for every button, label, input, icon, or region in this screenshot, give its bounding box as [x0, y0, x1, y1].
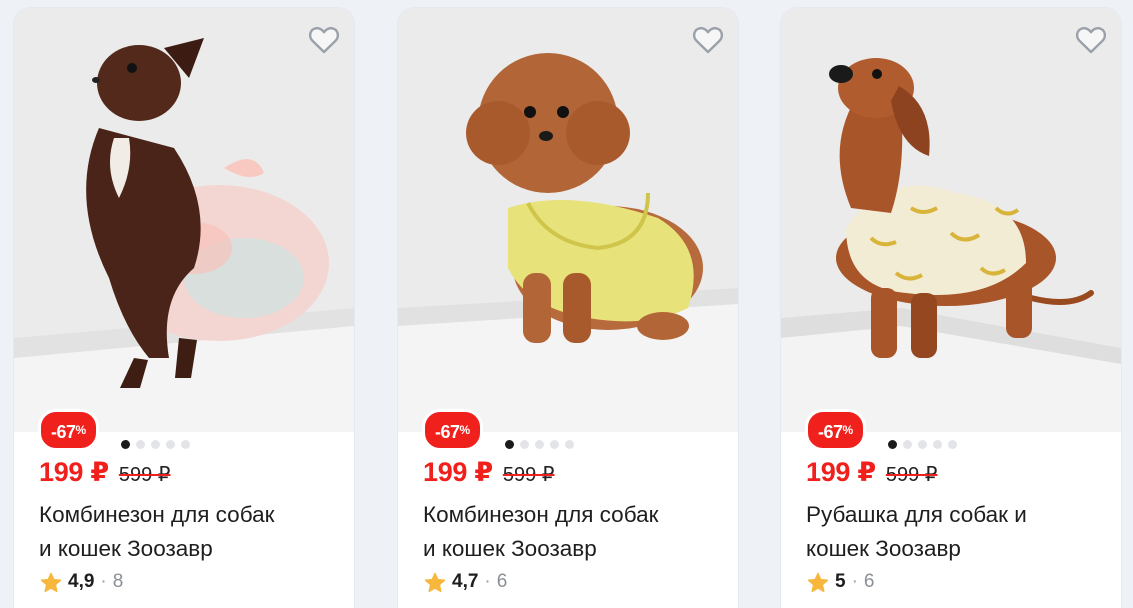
star-icon — [807, 572, 829, 592]
product-card[interactable]: -67% 199 ₽ 599 ₽ Комбинезон для собак и … — [14, 8, 354, 608]
star-icon — [424, 572, 446, 592]
favorite-button[interactable] — [1073, 22, 1109, 58]
pagination-dot[interactable] — [887, 440, 897, 449]
pagination-dot[interactable] — [519, 440, 529, 449]
product-rating[interactable]: 5 · 6 — [807, 571, 874, 593]
discount-badge: -67% — [38, 409, 99, 451]
price-row: 199 ₽ 599 ₽ — [806, 457, 938, 488]
old-price: 599 ₽ — [885, 464, 938, 486]
poodle-photo — [398, 8, 738, 432]
discount-value: -67 — [818, 422, 843, 442]
pagination-dot[interactable] — [504, 440, 514, 449]
rating-separator: · — [851, 571, 858, 592]
heart-outline-icon — [1075, 27, 1107, 54]
pagination-dot[interactable] — [947, 440, 957, 449]
review-count: 6 — [496, 571, 508, 592]
pagination-dot[interactable] — [902, 440, 912, 449]
old-price: 599 ₽ — [502, 464, 555, 486]
pagination-dot[interactable] — [120, 440, 130, 449]
product-title-line: и кошек Зоозавр — [423, 536, 597, 561]
product-rating[interactable]: 4,9 · 8 — [40, 571, 123, 593]
pagination-dot[interactable] — [534, 440, 544, 449]
rating-value: 4,9 — [68, 571, 95, 592]
product-title-line: Рубашка для собак и — [806, 502, 1027, 527]
discount-unit: % — [459, 423, 471, 437]
product-photo[interactable] — [14, 8, 354, 432]
product-rating[interactable]: 4,7 · 6 — [424, 571, 507, 593]
star-icon — [40, 572, 62, 592]
pagination-dot[interactable] — [150, 440, 160, 449]
product-title-line: и кошек Зоозавр — [39, 536, 213, 561]
product-photo[interactable] — [398, 8, 738, 432]
review-count: 6 — [863, 571, 875, 592]
price-row: 199 ₽ 599 ₽ — [423, 457, 555, 488]
pagination-dot[interactable] — [564, 440, 574, 449]
current-price: 199 ₽ — [423, 457, 493, 487]
product-title-line: кошек Зоозавр — [806, 536, 961, 561]
dachshund-photo — [781, 8, 1121, 432]
rating-separator: · — [484, 571, 491, 592]
product-title-line: Комбинезон для собак — [423, 502, 659, 527]
rating-value: 5 — [835, 571, 846, 592]
pagination-dot[interactable] — [135, 440, 145, 449]
product-title-line: Комбинезон для собак — [39, 502, 275, 527]
pagination-dot[interactable] — [165, 440, 175, 449]
product-card[interactable]: -67% 199 ₽ 599 ₽ Комбинезон для собак и … — [398, 8, 738, 608]
product-title[interactable]: Комбинезон для собак и кошек Зоозавр — [423, 498, 723, 566]
pagination-dot[interactable] — [180, 440, 190, 449]
heart-outline-icon — [692, 27, 724, 54]
discount-unit: % — [75, 423, 87, 437]
pagination-dot[interactable] — [549, 440, 559, 449]
favorite-button[interactable] — [306, 22, 342, 58]
product-grid: -67% 199 ₽ 599 ₽ Комбинезон для собак и … — [0, 0, 1133, 608]
rating-separator: · — [100, 571, 107, 592]
chihuahua-photo — [14, 8, 354, 432]
product-title[interactable]: Комбинезон для собак и кошек Зоозавр — [39, 498, 339, 566]
product-photo[interactable] — [781, 8, 1121, 432]
favorite-button[interactable] — [690, 22, 726, 58]
discount-value: -67 — [435, 422, 460, 442]
old-price: 599 ₽ — [118, 464, 171, 486]
current-price: 199 ₽ — [39, 457, 109, 487]
current-price: 199 ₽ — [806, 457, 876, 487]
review-count: 8 — [112, 571, 124, 592]
heart-outline-icon — [308, 27, 340, 54]
discount-badge: -67% — [422, 409, 483, 451]
pagination-dot[interactable] — [917, 440, 927, 449]
product-title[interactable]: Рубашка для собак и кошек Зоозавр — [806, 498, 1106, 566]
discount-unit: % — [842, 423, 854, 437]
product-card[interactable]: -67% 199 ₽ 599 ₽ Рубашка для собак и кош… — [781, 8, 1121, 608]
discount-badge: -67% — [805, 409, 866, 451]
discount-value: -67 — [51, 422, 76, 442]
price-row: 199 ₽ 599 ₽ — [39, 457, 171, 488]
pagination-dot[interactable] — [932, 440, 942, 449]
rating-value: 4,7 — [452, 571, 479, 592]
